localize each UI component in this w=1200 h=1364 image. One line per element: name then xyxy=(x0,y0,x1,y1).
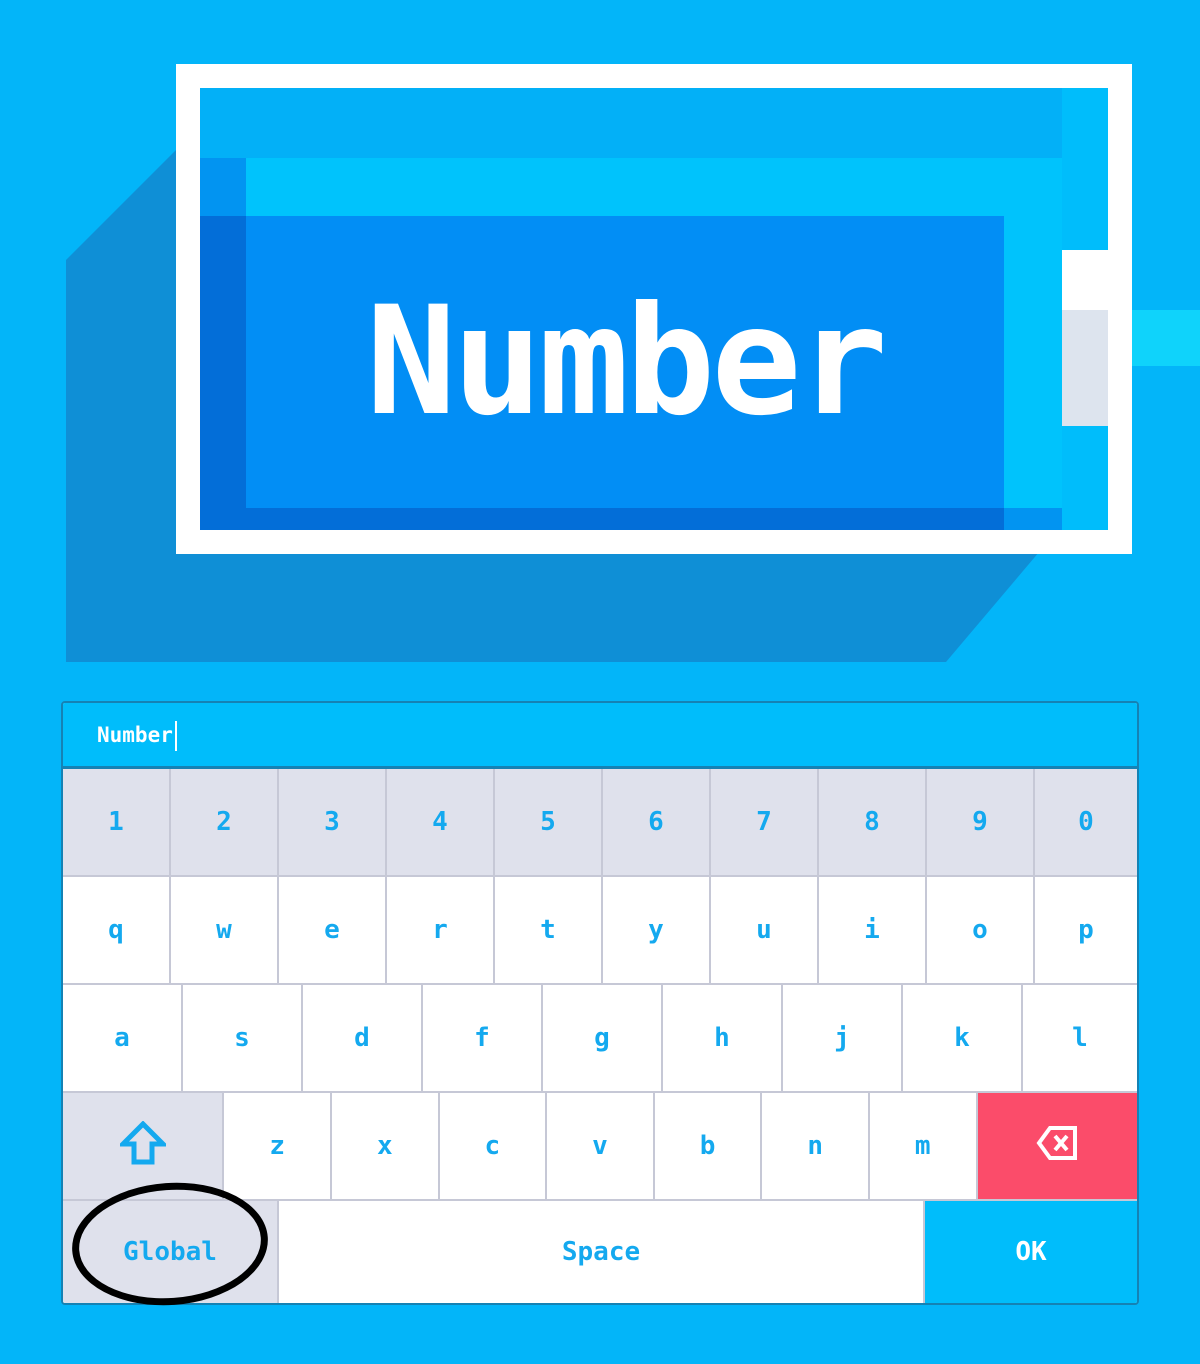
key-7[interactable]: 7 xyxy=(711,769,819,877)
key-z[interactable]: z xyxy=(224,1093,332,1201)
key-3[interactable]: 3 xyxy=(279,769,387,877)
key-y[interactable]: y xyxy=(603,877,711,985)
card-layer-dark: Number xyxy=(200,216,1004,530)
card-face: Number xyxy=(246,216,1004,508)
backspace-icon xyxy=(1036,1125,1078,1168)
key-0[interactable]: 0 xyxy=(1035,769,1137,877)
ok-button[interactable]: OK xyxy=(925,1201,1137,1303)
key-n[interactable]: n xyxy=(762,1093,870,1201)
key-c[interactable]: c xyxy=(439,1093,548,1201)
key-5[interactable]: 5 xyxy=(495,769,603,877)
key-b[interactable]: b xyxy=(654,1093,763,1201)
key-1[interactable]: 1 xyxy=(63,769,171,877)
backspace-key[interactable] xyxy=(977,1093,1137,1201)
letter-row-1: q w e r t y u i o p xyxy=(63,877,1137,985)
key-p[interactable]: p xyxy=(1035,877,1137,985)
key-f[interactable]: f xyxy=(423,985,543,1093)
card-layer-highlight xyxy=(246,158,1062,216)
card-layer: Number xyxy=(200,158,1062,530)
card-cap-top xyxy=(1062,250,1108,310)
key-e[interactable]: e xyxy=(279,877,387,985)
shift-arrow-icon xyxy=(116,1119,169,1172)
key-u[interactable]: u xyxy=(711,877,819,985)
key-q[interactable]: q xyxy=(63,877,171,985)
key-s[interactable]: s xyxy=(183,985,303,1093)
key-4[interactable]: 4 xyxy=(387,769,495,877)
card-cap xyxy=(1062,250,1108,426)
text-input-value-wrap: Number xyxy=(97,721,177,751)
key-o[interactable]: o xyxy=(927,877,1035,985)
key-k[interactable]: k xyxy=(903,985,1023,1093)
key-9[interactable]: 9 xyxy=(927,769,1035,877)
title-text: Number xyxy=(366,275,888,449)
key-2[interactable]: 2 xyxy=(171,769,279,877)
card-layer-highlight-side xyxy=(1004,158,1062,508)
title-card: Number xyxy=(176,64,1132,554)
key-m[interactable]: m xyxy=(869,1093,978,1201)
space-key[interactable]: Space xyxy=(279,1201,925,1303)
key-w[interactable]: w xyxy=(171,877,279,985)
key-8[interactable]: 8 xyxy=(819,769,927,877)
letter-row-2: a s d f g h j k l xyxy=(63,985,1137,1093)
key-l[interactable]: l xyxy=(1023,985,1137,1093)
key-j[interactable]: j xyxy=(783,985,903,1093)
letter-row-3: z x c v b n m xyxy=(63,1093,1137,1201)
card-nub xyxy=(1132,310,1200,366)
title-card-inner: Number xyxy=(200,88,1108,530)
text-caret xyxy=(174,721,177,751)
key-v[interactable]: v xyxy=(547,1093,655,1201)
key-r[interactable]: r xyxy=(387,877,495,985)
key-t[interactable]: t xyxy=(495,877,603,985)
key-a[interactable]: a xyxy=(63,985,183,1093)
text-input[interactable]: Number xyxy=(63,703,1137,769)
key-i[interactable]: i xyxy=(819,877,927,985)
key-h[interactable]: h xyxy=(663,985,783,1093)
text-input-value: Number xyxy=(97,723,173,747)
key-x[interactable]: x xyxy=(331,1093,440,1201)
key-d[interactable]: d xyxy=(303,985,423,1093)
number-row: 1 2 3 4 5 6 7 8 9 0 xyxy=(63,769,1137,877)
key-6[interactable]: 6 xyxy=(603,769,711,877)
key-g[interactable]: g xyxy=(543,985,663,1093)
